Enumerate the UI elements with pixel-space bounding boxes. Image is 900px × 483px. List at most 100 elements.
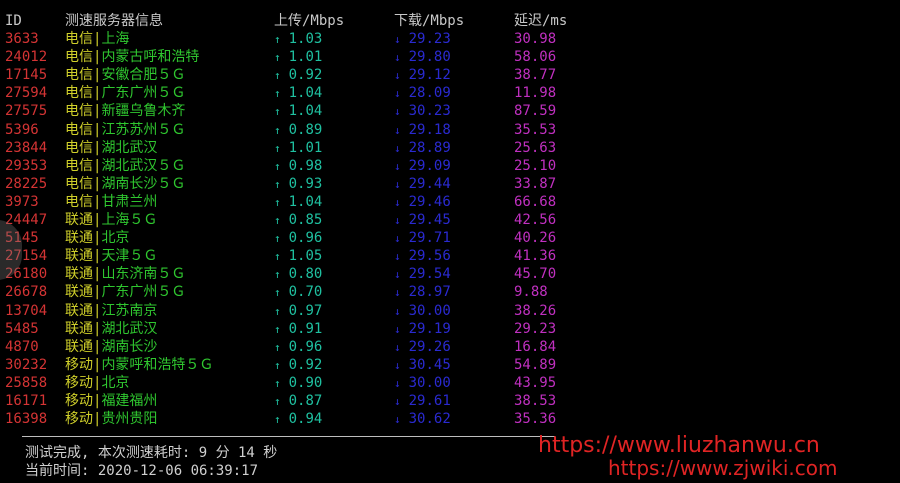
row-latency: 16.84 [514, 338, 557, 355]
row-id: 16398 [5, 411, 48, 428]
down-arrow-icon: ↓ [394, 340, 401, 354]
row-download: ↓ 29.09 [394, 157, 451, 176]
row-latency: 54.89 [514, 356, 557, 373]
row-download: ↓ 28.89 [394, 139, 451, 158]
download-value: 29.26 [408, 338, 451, 355]
row-city: 湖北武汉 [101, 320, 158, 337]
row-city: 甘肃兰州 [101, 193, 158, 210]
row-latency: 11.98 [514, 85, 557, 102]
header-latency: 延迟/ms [514, 13, 568, 29]
row-city: 湖南长沙５Ｇ [101, 175, 186, 192]
row-latency: 9.88 [514, 284, 548, 301]
download-value: 30.00 [408, 302, 451, 319]
up-arrow-icon: ↑ [274, 177, 281, 191]
down-arrow-icon: ↓ [394, 376, 401, 390]
row-isp: 联通 [65, 284, 93, 301]
row-latency: 66.68 [514, 193, 557, 210]
row-download: ↓ 30.62 [394, 410, 451, 429]
row-id: 25858 [5, 374, 48, 391]
row-isp: 电信 [65, 31, 93, 47]
row-server: 移动|福建福州 [65, 392, 157, 410]
down-arrow-icon: ↓ [394, 286, 401, 300]
row-server: 电信|甘肃兰州 [65, 193, 157, 211]
upload-value: 1.04 [288, 103, 323, 120]
upload-value: 1.01 [288, 139, 323, 156]
row-id: 5485 [5, 320, 39, 337]
row-latency: 29.23 [514, 320, 557, 337]
row-upload: ↑ 0.96 [274, 338, 322, 357]
row-isp: 联通 [65, 320, 93, 337]
row-server: 移动|北京 [65, 374, 129, 392]
row-server: 联通|湖南长沙 [65, 338, 157, 356]
row-city: 安徽合肥５Ｇ [101, 67, 186, 84]
summary-current-time: 当前时间: 2020-12-06 06:39:17 [25, 463, 259, 479]
row-server: 电信|广东广州５Ｇ [65, 84, 185, 102]
row-city: 贵州贵阳 [101, 411, 158, 428]
up-arrow-icon: ↑ [274, 232, 281, 246]
down-arrow-icon: ↓ [394, 159, 401, 173]
divider [22, 436, 555, 437]
row-city: 湖南长沙 [101, 338, 158, 355]
row-latency: 38.26 [514, 302, 557, 319]
row-download: ↓ 30.00 [394, 302, 451, 321]
upload-value: 0.94 [288, 411, 323, 428]
row-upload: ↑ 0.87 [274, 392, 322, 411]
row-city: 新疆乌鲁木齐 [101, 103, 186, 120]
row-server: 移动|贵州贵阳 [65, 410, 157, 428]
row-city: 内蒙呼和浩特５Ｇ [101, 356, 214, 373]
row-upload: ↑ 0.94 [274, 410, 322, 429]
row-upload: ↑ 1.01 [274, 139, 322, 158]
row-id: 17145 [5, 67, 48, 84]
up-arrow-icon: ↑ [274, 51, 281, 65]
row-download: ↓ 29.56 [394, 247, 451, 266]
down-arrow-icon: ↓ [394, 214, 401, 227]
row-isp: 移动 [65, 393, 93, 409]
up-arrow-icon: ↑ [274, 340, 281, 354]
row-upload: ↑ 0.93 [274, 175, 322, 194]
header-download: 下载/Mbps [394, 13, 465, 29]
row-isp: 联通 [65, 212, 93, 228]
up-arrow-icon: ↑ [274, 195, 281, 209]
row-download: ↓ 29.19 [394, 320, 451, 339]
row-latency: 58.06 [514, 49, 557, 66]
row-server: 联通|江苏南京 [65, 302, 157, 320]
up-arrow-icon: ↑ [274, 214, 281, 227]
upload-value: 0.98 [288, 157, 323, 174]
row-city: 湖北武汉 [101, 139, 158, 156]
row-id: 3633 [5, 31, 39, 47]
up-arrow-icon: ↑ [274, 322, 281, 336]
down-arrow-icon: ↓ [394, 51, 401, 65]
watermark-url-2: https://www.zjwiki.com [608, 456, 838, 480]
download-value: 30.62 [408, 411, 451, 428]
download-value: 29.23 [408, 31, 451, 47]
down-arrow-icon: ↓ [394, 195, 401, 209]
row-city: 江苏苏州５Ｇ [101, 121, 186, 138]
download-value: 29.71 [408, 230, 451, 247]
upload-value: 0.87 [288, 393, 323, 409]
row-isp: 电信 [65, 67, 93, 84]
row-server: 联通|山东济南５Ｇ [65, 265, 185, 283]
row-id: 27575 [5, 103, 48, 120]
up-arrow-icon: ↑ [274, 250, 281, 264]
down-arrow-icon: ↓ [394, 395, 401, 408]
row-city: 天津５Ｇ [101, 248, 158, 265]
upload-value: 1.04 [288, 85, 323, 102]
row-latency: 25.63 [514, 139, 557, 156]
row-isp: 移动 [65, 411, 93, 428]
upload-value: 0.96 [288, 338, 323, 355]
row-upload: ↑ 1.04 [274, 84, 322, 103]
row-latency: 41.36 [514, 248, 557, 265]
row-upload: ↑ 1.04 [274, 102, 322, 121]
row-download: ↓ 30.45 [394, 356, 451, 375]
upload-value: 0.92 [288, 356, 323, 373]
up-arrow-icon: ↑ [274, 87, 281, 101]
row-latency: 38.77 [514, 67, 557, 84]
row-latency: 45.70 [514, 266, 557, 283]
row-id: 13704 [5, 302, 48, 319]
row-isp: 联通 [65, 230, 93, 247]
down-arrow-icon: ↓ [394, 141, 401, 155]
row-server: 电信|新疆乌鲁木齐 [65, 102, 185, 120]
up-arrow-icon: ↑ [274, 358, 281, 372]
row-city: 湖北武汉５Ｇ [101, 157, 186, 174]
row-upload: ↑ 1.05 [274, 247, 322, 266]
